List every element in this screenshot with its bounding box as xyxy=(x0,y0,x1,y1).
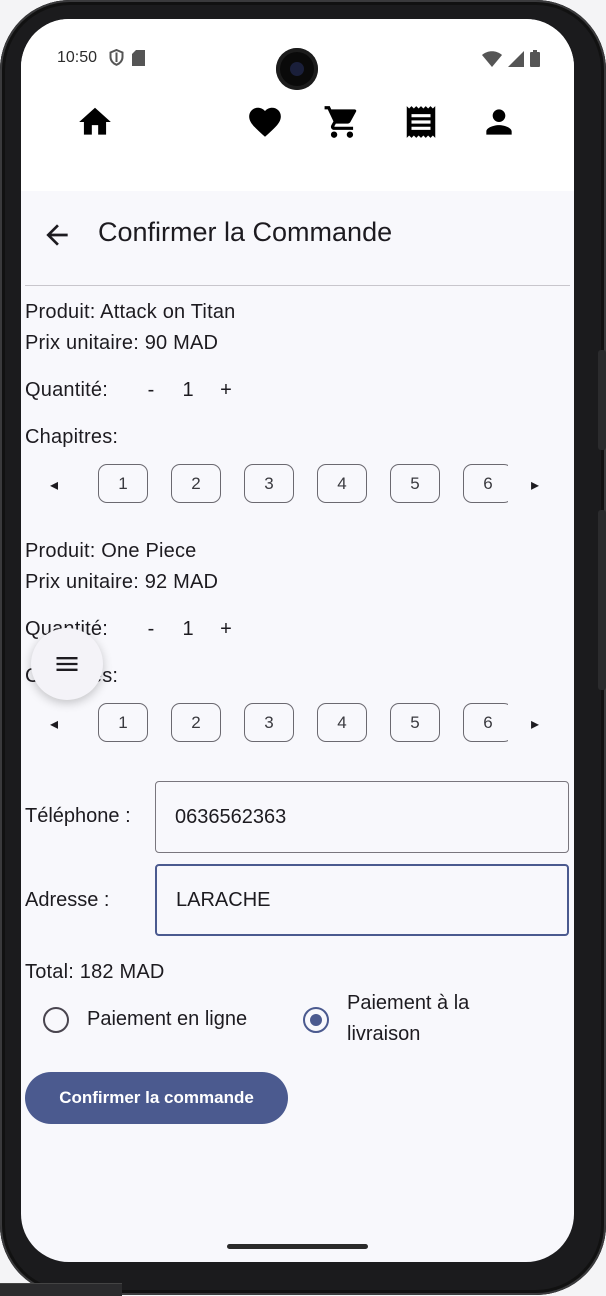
cart-icon[interactable] xyxy=(323,103,361,141)
power-button xyxy=(598,350,606,450)
status-time: 10:50 xyxy=(57,49,98,66)
chapter-button-4[interactable]: 4 xyxy=(317,703,367,742)
receipt-icon[interactable] xyxy=(402,103,440,141)
divider xyxy=(25,285,570,286)
menu-fab[interactable] xyxy=(31,628,103,700)
volume-button xyxy=(598,510,606,690)
wifi-icon xyxy=(482,50,502,67)
product-name: Produit: One Piece xyxy=(25,540,197,562)
product-unit-price: Prix unitaire: 90 MAD xyxy=(25,332,219,354)
product-unit-price: Prix unitaire: 92 MAD xyxy=(25,571,219,593)
chapter-button-2[interactable]: 2 xyxy=(171,703,221,742)
shield-icon xyxy=(109,49,124,66)
quantity-increase-button[interactable]: + xyxy=(216,379,236,402)
chapters-label: Chapitres: xyxy=(25,426,119,448)
chapter-button-5[interactable]: 5 xyxy=(390,703,440,742)
top-navigation xyxy=(21,89,574,191)
person-icon[interactable] xyxy=(480,103,518,141)
camera-icon xyxy=(276,48,318,90)
battery-icon xyxy=(530,50,540,67)
chapter-button-3[interactable]: 3 xyxy=(244,464,294,503)
back-arrow-icon[interactable] xyxy=(41,219,73,251)
phone-field[interactable] xyxy=(155,781,569,853)
quantity-value: 1 xyxy=(182,379,194,401)
payment-delivery-label-line2: livraison xyxy=(347,1023,421,1045)
home-icon[interactable] xyxy=(76,103,114,141)
app-screen: 10:50 Confirmer la Commande Produit: Att… xyxy=(21,19,574,1262)
payment-delivery-radio[interactable] xyxy=(303,1007,329,1033)
quantity-decrease-button[interactable]: - xyxy=(141,379,161,402)
chapters-prev-arrow[interactable]: ◂ xyxy=(50,714,58,734)
menu-icon xyxy=(56,657,78,671)
chapters-row: 1 2 3 4 5 6 xyxy=(98,464,508,506)
order-total: Total: 182 MAD xyxy=(25,961,165,983)
page-header: Confirmer la Commande xyxy=(21,191,574,285)
chapter-button-6[interactable]: 6 xyxy=(463,703,508,742)
payment-online-radio[interactable] xyxy=(43,1007,69,1033)
chapter-button-5[interactable]: 5 xyxy=(390,464,440,503)
payment-delivery-label-line1: Paiement à la xyxy=(347,992,470,1014)
signal-icon xyxy=(508,50,524,67)
heart-icon[interactable] xyxy=(246,103,284,141)
quantity-decrease-button[interactable]: - xyxy=(141,618,161,641)
page-title: Confirmer la Commande xyxy=(98,217,393,247)
chapters-next-arrow[interactable]: ▸ xyxy=(531,714,539,734)
payment-online-label[interactable]: Paiement en ligne xyxy=(87,1004,247,1035)
home-indicator[interactable] xyxy=(227,1244,368,1249)
chapter-button-1[interactable]: 1 xyxy=(98,464,148,503)
taskbar-strip xyxy=(0,1283,122,1296)
phone-label: Téléphone : xyxy=(25,805,131,827)
chapter-button-1[interactable]: 1 xyxy=(98,703,148,742)
chapter-button-3[interactable]: 3 xyxy=(244,703,294,742)
address-label: Adresse : xyxy=(25,889,110,911)
chapter-button-6[interactable]: 6 xyxy=(463,464,508,503)
chapter-button-4[interactable]: 4 xyxy=(317,464,367,503)
quantity-increase-button[interactable]: + xyxy=(216,618,236,641)
address-field[interactable] xyxy=(155,864,569,936)
sd-card-icon xyxy=(132,49,145,66)
chapters-row: 1 2 3 4 5 6 xyxy=(98,703,508,745)
quantity-value: 1 xyxy=(182,618,194,640)
product-name: Produit: Attack on Titan xyxy=(25,301,236,323)
payment-delivery-label[interactable]: Paiement à la livraison xyxy=(347,988,469,1050)
chapters-prev-arrow[interactable]: ◂ xyxy=(50,475,58,495)
quantity-label: Quantité: xyxy=(25,379,108,401)
chapter-button-2[interactable]: 2 xyxy=(171,464,221,503)
chapters-next-arrow[interactable]: ▸ xyxy=(531,475,539,495)
confirm-order-button[interactable]: Confirmer la commande xyxy=(25,1072,288,1124)
